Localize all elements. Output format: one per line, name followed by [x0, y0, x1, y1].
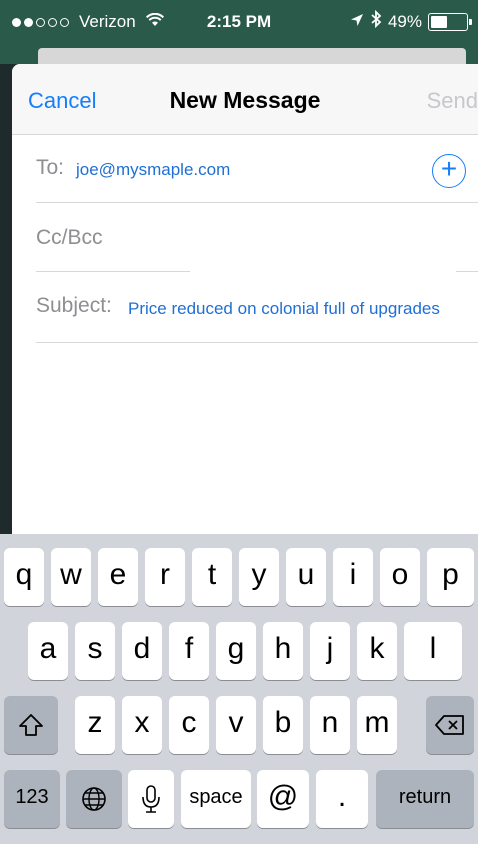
key-b[interactable]: b: [263, 696, 303, 754]
key-d[interactable]: d: [122, 622, 162, 680]
battery-icon: [428, 12, 472, 31]
at-key[interactable]: @: [257, 770, 309, 828]
key-o[interactable]: o: [380, 548, 420, 606]
shift-icon[interactable]: [4, 696, 58, 754]
delete-icon[interactable]: [426, 696, 474, 754]
key-j[interactable]: j: [310, 622, 350, 680]
key-e[interactable]: e: [98, 548, 138, 606]
cc-separator-left: [36, 271, 190, 272]
bluetooth-icon: [370, 9, 382, 33]
key-l[interactable]: l: [404, 622, 462, 680]
key-f[interactable]: f: [169, 622, 209, 680]
space-key[interactable]: space: [181, 770, 251, 828]
to-separator: [36, 202, 478, 203]
numbers-key[interactable]: 123: [4, 770, 60, 828]
location-arrow-icon: [350, 12, 364, 32]
subject-label: Subject:: [36, 294, 112, 317]
key-t[interactable]: t: [192, 548, 232, 606]
background-mail-card: [38, 48, 466, 64]
key-w[interactable]: w: [51, 548, 91, 606]
status-bar: Verizon 2:15 PM 49%: [0, 0, 478, 44]
key-k[interactable]: k: [357, 622, 397, 680]
to-field[interactable]: joe@mysmaple.com: [76, 160, 230, 180]
status-right: 49%: [350, 9, 472, 33]
subject-separator: [36, 342, 478, 343]
key-h[interactable]: h: [263, 622, 303, 680]
key-c[interactable]: c: [169, 696, 209, 754]
key-m[interactable]: m: [357, 696, 397, 754]
return-key[interactable]: return: [376, 770, 474, 828]
key-v[interactable]: v: [216, 696, 256, 754]
period-key[interactable]: .: [316, 770, 368, 828]
key-x[interactable]: x: [122, 696, 162, 754]
key-r[interactable]: r: [145, 548, 185, 606]
plus-circle-icon[interactable]: +: [432, 154, 466, 188]
message-body[interactable]: [36, 354, 466, 524]
keyboard: q w e r t y u i o p a s d f g h j k l z …: [0, 534, 478, 844]
key-i[interactable]: i: [333, 548, 373, 606]
microphone-icon[interactable]: [128, 770, 174, 828]
cc-separator-right: [456, 271, 478, 272]
key-g[interactable]: g: [216, 622, 256, 680]
key-z[interactable]: z: [75, 696, 115, 754]
key-q[interactable]: q: [4, 548, 44, 606]
battery-percent: 49%: [387, 11, 422, 31]
subject-field[interactable]: Price reduced on colonial full of upgrad…: [128, 299, 440, 319]
send-button[interactable]: Send: [427, 88, 478, 114]
globe-icon[interactable]: [66, 770, 122, 828]
key-n[interactable]: n: [310, 696, 350, 754]
compose-nav-bar: Cancel New Message Send: [12, 64, 478, 135]
key-u[interactable]: u: [286, 548, 326, 606]
key-p[interactable]: p: [427, 548, 474, 606]
compose-sheet: Cancel New Message Send To: joe@mysmaple…: [12, 64, 478, 534]
cc-bcc-field[interactable]: Cc/Bcc: [36, 226, 103, 250]
key-y[interactable]: y: [239, 548, 279, 606]
to-label: To:: [36, 156, 65, 179]
key-a[interactable]: a: [28, 622, 68, 680]
key-s[interactable]: s: [75, 622, 115, 680]
compose-title: New Message: [169, 87, 321, 113]
